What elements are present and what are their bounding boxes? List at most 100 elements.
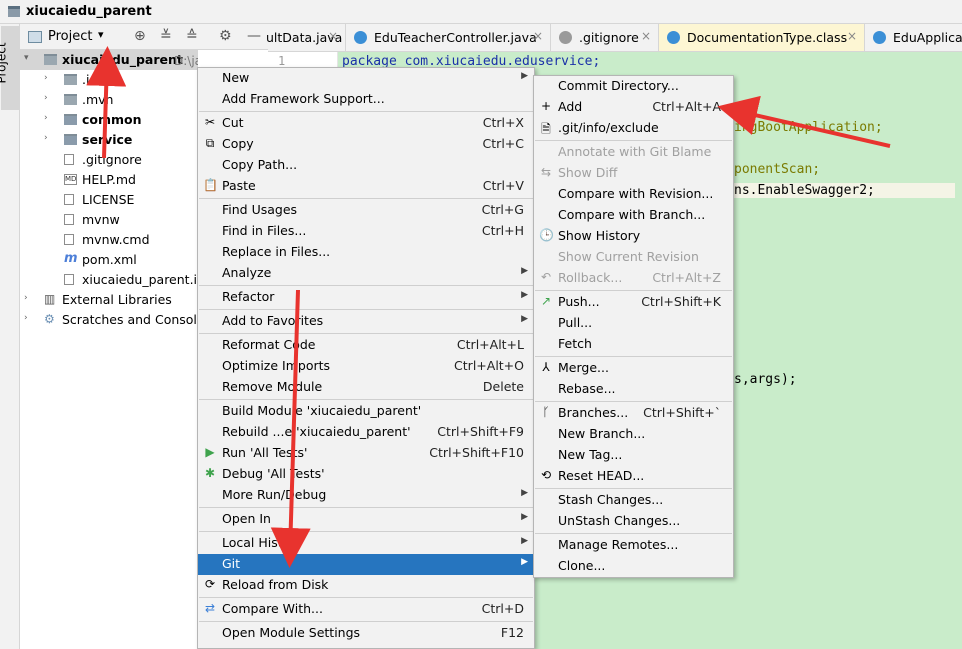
- menu-item-paste[interactable]: 📋 Paste Ctrl+V: [198, 176, 534, 197]
- project-view-selector[interactable]: Project: [48, 29, 92, 44]
- project-tool-tab[interactable]: Project: [0, 26, 19, 110]
- menu-item-manage-remotes[interactable]: Manage Remotes...: [534, 535, 733, 556]
- tree-item-mvnw[interactable]: mvnw: [20, 210, 198, 230]
- tree-item-label: .mvn: [82, 92, 114, 107]
- chevron-right-icon[interactable]: ›: [44, 93, 48, 103]
- menu-item-commit-directory[interactable]: Commit Directory...: [534, 76, 733, 97]
- menu-item-new-tag[interactable]: New Tag...: [534, 445, 733, 466]
- menu-item-copy-path[interactable]: Copy Path...: [198, 155, 534, 176]
- menu-item-git[interactable]: Git ▶: [198, 554, 534, 575]
- tree-item-mvnw-cmd[interactable]: mvnw.cmd: [20, 230, 198, 250]
- chevron-right-icon[interactable]: ›: [44, 113, 48, 123]
- menu-item-open-module-settings[interactable]: Open Module Settings F12: [198, 623, 534, 644]
- menu-item-compare-with-revision[interactable]: Compare with Revision...: [534, 184, 733, 205]
- menu-item-add[interactable]: + Add Ctrl+Alt+A: [534, 97, 733, 118]
- menu-item-shortcut: Ctrl+Alt+Z: [652, 270, 721, 285]
- menu-item-compare-with[interactable]: ⇄ Compare With... Ctrl+D: [198, 599, 534, 620]
- tab-documentationtype-class[interactable]: DocumentationType.class ×: [659, 24, 865, 51]
- java-class-icon: [354, 31, 367, 44]
- menu-item-find-usages[interactable]: Find Usages Ctrl+G: [198, 200, 534, 221]
- gear-icon[interactable]: ⚙: [219, 28, 232, 44]
- tree-item-external-libraries[interactable]: › ▥ External Libraries: [20, 290, 198, 310]
- menu-item-compare-with-branch[interactable]: Compare with Branch...: [534, 205, 733, 226]
- menu-separator: [535, 533, 732, 534]
- tab-ultdata-java[interactable]: ultData.java ×: [258, 24, 346, 51]
- code-line: ponentScan;: [734, 162, 821, 177]
- menu-item-reset-head[interactable]: ⟲ Reset HEAD...: [534, 466, 733, 487]
- menu-item-analyze[interactable]: Analyze ▶: [198, 263, 534, 284]
- menu-item-icon: ↗: [540, 294, 552, 308]
- menu-item-push[interactable]: ↗ Push... Ctrl+Shift+K: [534, 292, 733, 313]
- menu-separator: [535, 290, 732, 291]
- menu-item-label: Rebuild ...e 'xiucaiedu_parent': [222, 424, 411, 439]
- menu-item-branches[interactable]: ᚴ Branches... Ctrl+Shift+`: [534, 403, 733, 424]
- tab-eduteachercontroller-java[interactable]: EduTeacherController.java ×: [346, 24, 551, 51]
- tab-eduapplicat[interactable]: EduApplicat: [865, 24, 962, 51]
- expand-all-icon[interactable]: ≚: [160, 28, 172, 44]
- menu-item-cut[interactable]: ✂ Cut Ctrl+X: [198, 113, 534, 134]
- chevron-down-icon[interactable]: ▾: [24, 53, 29, 63]
- tree-item-mvn[interactable]: › .mvn: [20, 90, 198, 110]
- menu-item-open-in[interactable]: Open In ▶: [198, 509, 534, 530]
- tab-label: .gitignore: [579, 30, 639, 45]
- menu-item-optimize-imports[interactable]: Optimize Imports Ctrl+Alt+O: [198, 356, 534, 377]
- tree-item-scratches-and-consoles[interactable]: › ⚙ Scratches and Consoles: [20, 310, 198, 330]
- collapse-all-icon[interactable]: ≙: [186, 28, 198, 44]
- menu-item-build-module-xiucaiedu-parent[interactable]: Build Module 'xiucaiedu_parent': [198, 401, 534, 422]
- menu-item-git-info-exclude[interactable]: 🗎 .git/info/exclude: [534, 118, 733, 139]
- tree-item-service[interactable]: › service: [20, 130, 198, 150]
- chevron-right-icon[interactable]: ›: [44, 73, 48, 83]
- tree-item-common[interactable]: › common: [20, 110, 198, 130]
- menu-item-clone[interactable]: Clone...: [534, 556, 733, 577]
- menu-item-unstash-changes[interactable]: UnStash Changes...: [534, 511, 733, 532]
- tree-item-license[interactable]: LICENSE: [20, 190, 198, 210]
- menu-item-label: Merge...: [558, 360, 609, 375]
- menu-item-add-to-favorites[interactable]: Add to Favorites ▶: [198, 311, 534, 332]
- menu-item-merge[interactable]: ⅄ Merge...: [534, 358, 733, 379]
- chevron-right-icon[interactable]: ›: [24, 313, 28, 323]
- chevron-down-icon[interactable]: ▾: [98, 28, 104, 41]
- menu-item-new-branch[interactable]: New Branch...: [534, 424, 733, 445]
- close-icon[interactable]: ×: [533, 29, 543, 43]
- tree-item-xiucaiedu-parent-iml[interactable]: xiucaiedu_parent.iml: [20, 270, 198, 290]
- menu-separator: [199, 531, 533, 532]
- menu-item-find-in-files[interactable]: Find in Files... Ctrl+H: [198, 221, 534, 242]
- library-icon: ▥: [44, 292, 56, 306]
- close-icon[interactable]: ×: [847, 29, 857, 43]
- tree-item-ide[interactable]: › .ide: [20, 70, 198, 90]
- tab-gitignore[interactable]: .gitignore ×: [551, 24, 659, 51]
- menu-item-pull[interactable]: Pull...: [534, 313, 733, 334]
- tree-item-help-md[interactable]: MD HELP.md: [20, 170, 198, 190]
- menu-item-rebuild-e-xiucaiedu-parent[interactable]: Rebuild ...e 'xiucaiedu_parent' Ctrl+Shif…: [198, 422, 534, 443]
- chevron-right-icon[interactable]: ›: [44, 133, 48, 143]
- menu-item-annotate-with-git-blame: Annotate with Git Blame: [534, 142, 733, 163]
- tree-item-label: service: [82, 132, 133, 147]
- locate-icon[interactable]: ⊕: [134, 28, 146, 44]
- menu-item-reload-from-disk[interactable]: ⟳ Reload from Disk: [198, 575, 534, 596]
- menu-item-refactor[interactable]: Refactor ▶: [198, 287, 534, 308]
- tree-item-gitignore[interactable]: .gitignore: [20, 150, 198, 170]
- file-icon: [64, 194, 74, 205]
- module-folder-icon: [64, 114, 77, 125]
- menu-item-debug-all-tests[interactable]: ✱ Debug 'All Tests': [198, 464, 534, 485]
- menu-item-run-all-tests[interactable]: ▶ Run 'All Tests' Ctrl+Shift+F10: [198, 443, 534, 464]
- tree-item-pom-xml[interactable]: m pom.xml: [20, 250, 198, 270]
- file-icon: [64, 154, 74, 165]
- close-icon[interactable]: ×: [328, 29, 338, 43]
- menu-item-new[interactable]: New ▶: [198, 68, 534, 89]
- menu-item-reformat-code[interactable]: Reformat Code Ctrl+Alt+L: [198, 335, 534, 356]
- menu-item-local-history[interactable]: Local History ▶: [198, 533, 534, 554]
- menu-item-icon: ⇆: [540, 165, 552, 179]
- menu-item-show-history[interactable]: 🕒 Show History: [534, 226, 733, 247]
- menu-item-replace-in-files[interactable]: Replace in Files...: [198, 242, 534, 263]
- menu-item-remove-module[interactable]: Remove Module Delete: [198, 377, 534, 398]
- menu-item-more-run-debug[interactable]: More Run/Debug ▶: [198, 485, 534, 506]
- chevron-right-icon[interactable]: ›: [24, 293, 28, 303]
- menu-item-rebase[interactable]: Rebase...: [534, 379, 733, 400]
- close-icon[interactable]: ×: [641, 29, 651, 43]
- menu-item-add-framework-support[interactable]: Add Framework Support...: [198, 89, 534, 110]
- menu-item-copy[interactable]: ⧉ Copy Ctrl+C: [198, 134, 534, 155]
- tree-item-xiucaiedu-parent[interactable]: ▾ xiucaiedu_parentD:\java学习\dem: [20, 50, 198, 70]
- menu-item-fetch[interactable]: Fetch: [534, 334, 733, 355]
- menu-item-stash-changes[interactable]: Stash Changes...: [534, 490, 733, 511]
